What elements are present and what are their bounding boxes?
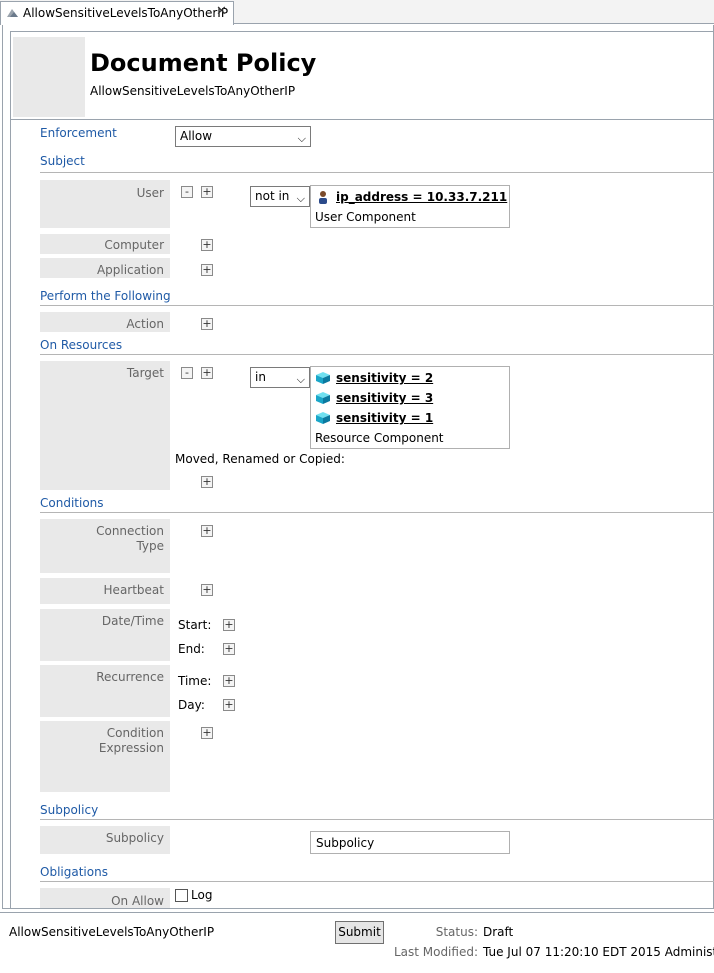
user-icon <box>319 191 327 204</box>
conditions-divider <box>40 512 714 513</box>
resource-cube-icon <box>316 412 330 424</box>
day-add-button[interactable]: + <box>223 699 235 711</box>
resources-divider <box>40 354 714 355</box>
chevron-down-icon: ⌵ <box>297 132 306 145</box>
moved-renamed-label: Moved, Renamed or Copied: <box>175 452 345 466</box>
subpolicy-divider <box>40 819 714 820</box>
policy-thumbnail <box>13 37 85 117</box>
section-obligations: Obligations <box>40 865 108 879</box>
heartbeat-label: Heartbeat <box>40 578 170 604</box>
datetime-label: Date/Time <box>40 609 170 661</box>
subpolicy-field[interactable]: Subpolicy <box>310 831 510 854</box>
section-subject: Subject <box>40 154 85 168</box>
chevron-down-icon: ⌵ <box>296 192 305 205</box>
moved-add-button[interactable]: + <box>201 476 213 488</box>
user-component-label: User Component <box>315 210 416 224</box>
resource-cube-icon <box>316 372 330 384</box>
computer-label: Computer <box>40 234 170 254</box>
condition-expression-add-button[interactable]: + <box>201 727 213 739</box>
user-condition-link[interactable]: ip_address = 10.33.7.211 <box>336 190 507 204</box>
policy-icon <box>7 9 18 17</box>
enforcement-label: Enforcement <box>40 126 117 140</box>
subpolicy-label: Subpolicy <box>40 826 170 854</box>
user-operator-select[interactable]: not in ⌵ <box>250 186 310 207</box>
recurrence-label: Recurrence <box>40 665 170 717</box>
application-add-button[interactable]: + <box>201 264 213 276</box>
application-label: Application <box>40 258 170 278</box>
status-value: Draft <box>483 925 514 939</box>
submit-button[interactable]: Submit <box>335 921 384 944</box>
obligations-divider <box>40 881 714 882</box>
target-operator-select[interactable]: in ⌵ <box>250 367 310 388</box>
resource-cube-icon <box>316 392 330 404</box>
log-checkbox[interactable] <box>175 889 188 902</box>
on-allow-label-wrap: On Allow <box>40 888 170 908</box>
action-label: Action <box>40 312 170 332</box>
user-add-button[interactable]: + <box>201 186 213 198</box>
close-icon[interactable]: ✕ <box>216 4 227 19</box>
on-allow-label: On Allow <box>40 888 170 908</box>
subject-divider <box>40 172 714 173</box>
connection-type-add-button[interactable]: + <box>201 525 213 537</box>
subpolicy-field-value: Subpolicy <box>316 836 375 850</box>
tab-label: AllowSensitiveLevelsToAnyOtherIP <box>23 6 229 20</box>
target-condition-link[interactable]: sensitivity = 3 <box>336 391 433 405</box>
perform-divider <box>40 305 714 306</box>
time-label: Time: <box>178 674 212 688</box>
section-resources: On Resources <box>40 338 123 352</box>
log-label: Log <box>191 888 213 902</box>
day-label: Day: <box>178 698 205 712</box>
computer-add-button[interactable]: + <box>201 239 213 251</box>
action-add-button[interactable]: + <box>201 318 213 330</box>
section-subpolicy: Subpolicy <box>40 803 99 817</box>
target-operator-value: in <box>255 370 266 384</box>
section-conditions: Conditions <box>40 496 104 510</box>
target-add-button[interactable]: + <box>201 367 213 379</box>
last-modified-value: Tue Jul 07 11:20:10 EDT 2015 Administrat… <box>483 945 714 959</box>
end-add-button[interactable]: + <box>223 643 235 655</box>
page-subtitle: AllowSensitiveLevelsToAnyOtherIP <box>90 84 296 98</box>
page-title: Document Policy <box>90 49 317 77</box>
target-label: Target <box>40 361 170 490</box>
tab-policy[interactable]: AllowSensitiveLevelsToAnyOtherIP ✕ <box>0 1 234 25</box>
footer-policy-name: AllowSensitiveLevelsToAnyOtherIP <box>9 925 215 939</box>
connection-type-label: Connection Type <box>40 519 170 573</box>
section-perform: Perform the Following <box>40 289 171 303</box>
user-label: User <box>40 180 170 228</box>
target-condition-link[interactable]: sensitivity = 1 <box>336 411 433 425</box>
start-label: Start: <box>178 618 212 632</box>
enforcement-value: Allow <box>180 129 213 143</box>
status-label: Status: <box>435 925 478 939</box>
condition-expression-label: Condition Expression <box>40 721 170 792</box>
time-add-button[interactable]: + <box>223 675 235 687</box>
user-remove-button[interactable]: - <box>181 186 193 198</box>
target-condition-link[interactable]: sensitivity = 2 <box>336 371 433 385</box>
start-add-button[interactable]: + <box>223 619 235 631</box>
chevron-down-icon: ⌵ <box>296 373 305 386</box>
last-modified-label: Last Modified: <box>393 945 478 959</box>
target-remove-button[interactable]: - <box>181 367 193 379</box>
header-divider <box>10 119 714 120</box>
resource-component-label: Resource Component <box>315 431 444 445</box>
heartbeat-add-button[interactable]: + <box>201 584 213 596</box>
user-operator-value: not in <box>255 189 290 203</box>
end-label: End: <box>178 642 205 656</box>
enforcement-select[interactable]: Allow ⌵ <box>175 126 311 147</box>
